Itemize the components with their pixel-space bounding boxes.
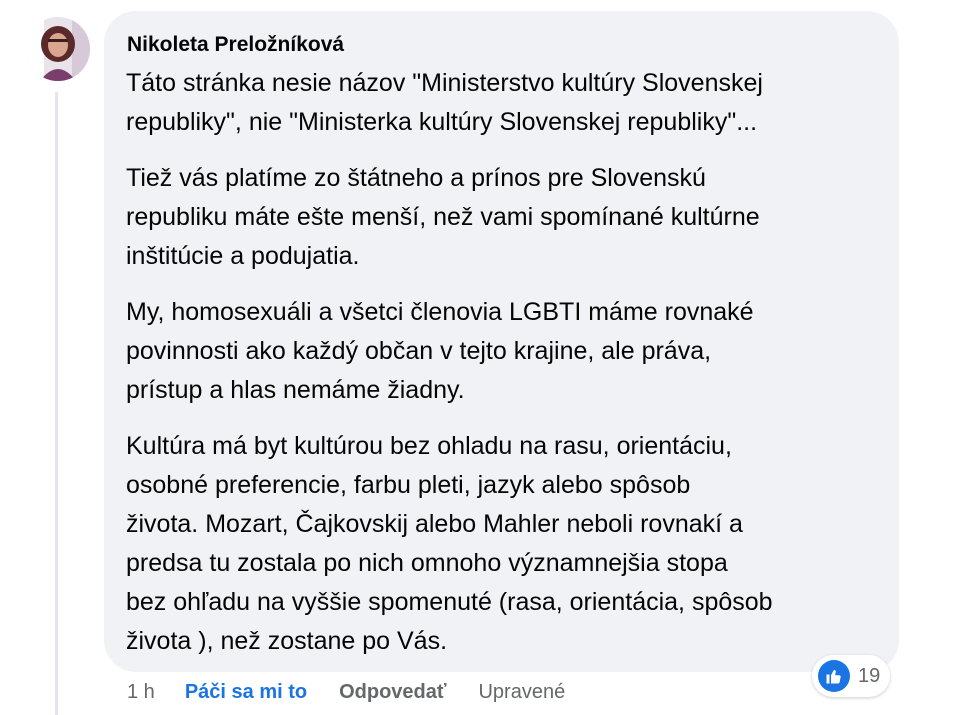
comment-paragraph: Kultúra má byt kultúrou bez ohladu na ra… bbox=[126, 432, 773, 655]
edited-label[interactable]: Upravené bbox=[478, 681, 565, 704]
reaction-count: 19 bbox=[858, 664, 881, 687]
avatar[interactable] bbox=[26, 17, 90, 81]
reply-button[interactable]: Odpovedať bbox=[339, 681, 446, 704]
thread-line bbox=[55, 92, 58, 715]
comment-view: Nikoleta Preložníková Táto stránka nesie… bbox=[0, 0, 980, 715]
reactions-summary[interactable]: 19 bbox=[812, 655, 891, 697]
like-thumb-icon bbox=[818, 660, 850, 692]
comment-author[interactable]: Nikoleta Preložníková bbox=[127, 33, 344, 57]
profile-photo-icon bbox=[26, 17, 90, 81]
comment-actions: 1 h Páči sa mi to Odpovedať Upravené bbox=[127, 679, 565, 705]
comment-text: Táto stránka nesie názov "Ministerstvo k… bbox=[126, 64, 886, 678]
comment-paragraph: Táto stránka nesie názov "Ministerstvo k… bbox=[126, 69, 763, 136]
comment-timestamp[interactable]: 1 h bbox=[127, 681, 155, 704]
comment-paragraph: Tiež vás platíme zo štátneho a prínos pr… bbox=[126, 164, 760, 270]
comment-paragraph: My, homosexuáli a všetci členovia LGBTI … bbox=[126, 298, 754, 404]
like-button[interactable]: Páči sa mi to bbox=[185, 681, 307, 704]
